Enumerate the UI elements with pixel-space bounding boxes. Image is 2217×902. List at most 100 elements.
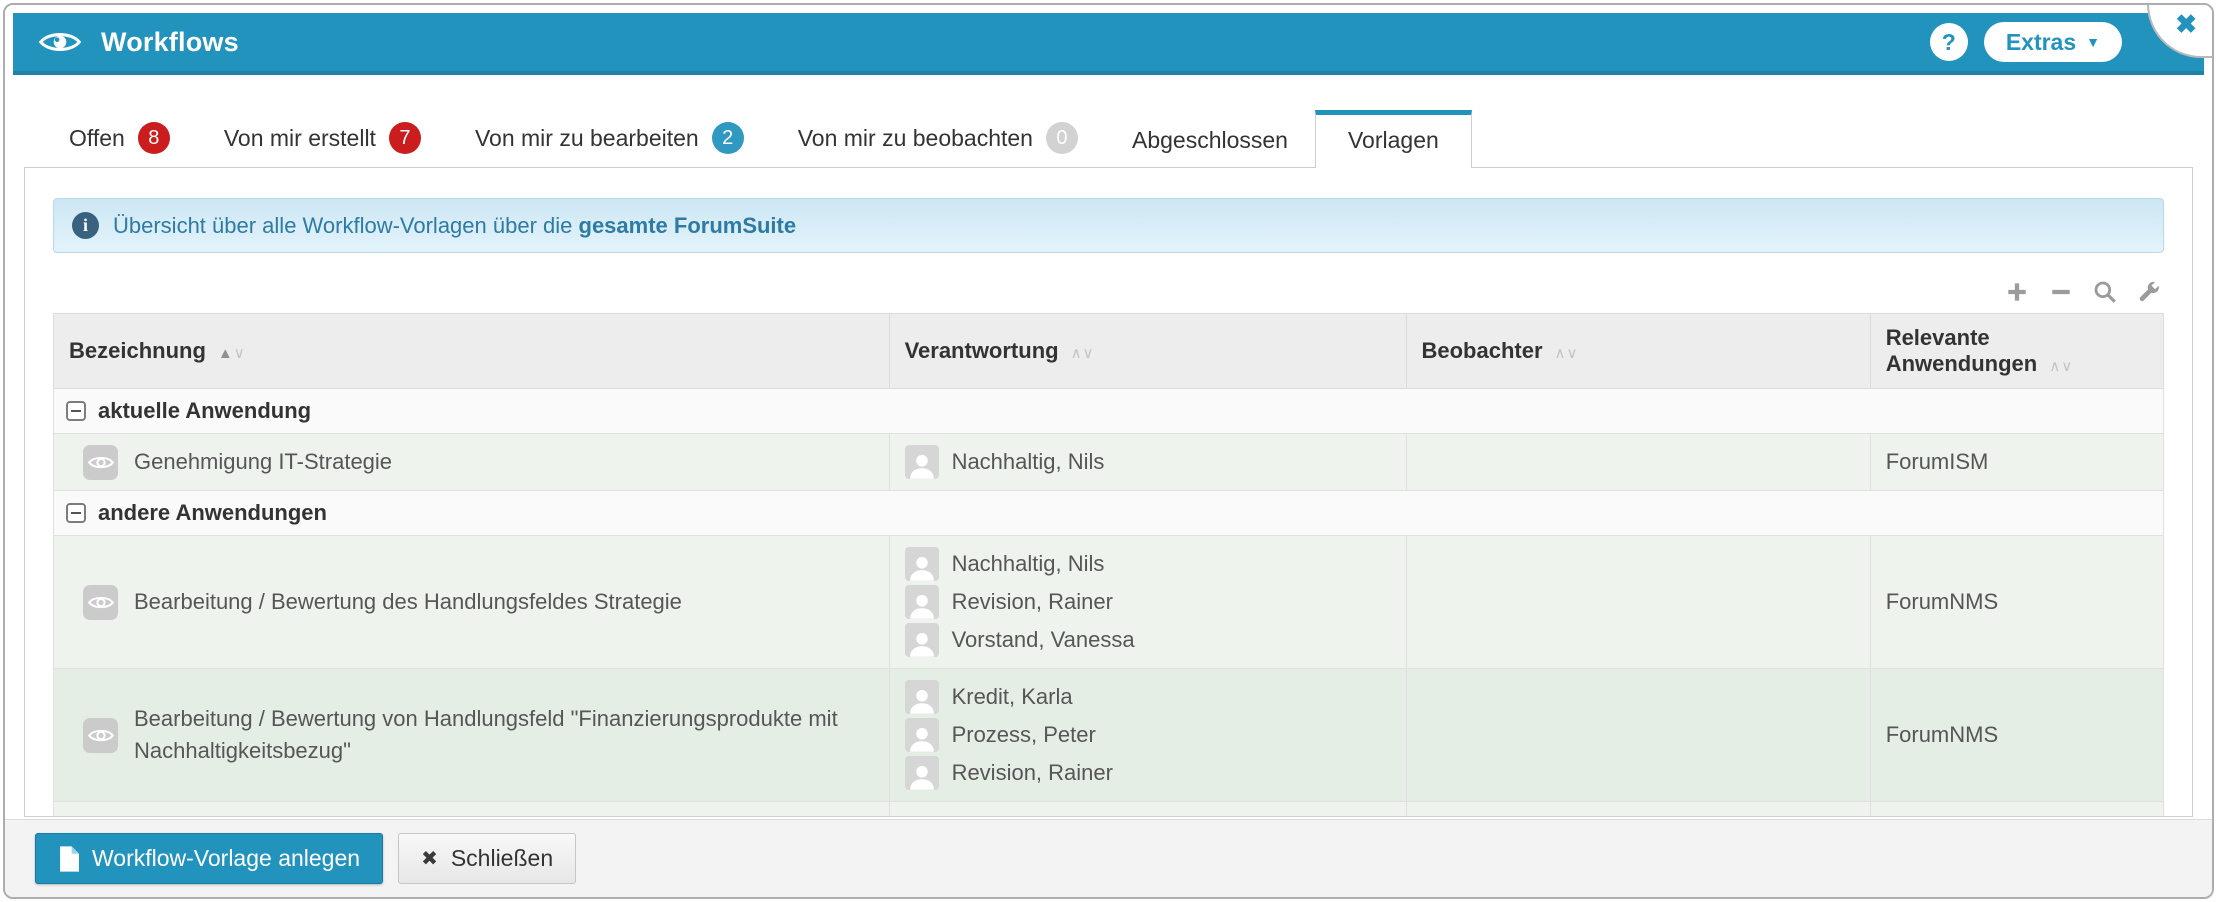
person-entry: Nachhaltig, Nils xyxy=(904,444,1391,480)
tab-von-mir-zu-bearbeiten[interactable]: Von mir zu bearbeiten 2 xyxy=(448,109,771,167)
close-button-label: Schließen xyxy=(450,845,554,871)
person-entry: Revision, Rainer xyxy=(904,584,1391,620)
workflow-title-wrap: Bearbeitung / Bewertung des Handlungsfel… xyxy=(69,584,874,620)
person-icon xyxy=(904,718,939,752)
tab-vorlagen[interactable]: Vorlagen xyxy=(1314,110,1472,168)
person-entry: Nachhaltig, Nils xyxy=(904,546,1391,582)
help-button[interactable]: ? xyxy=(1929,23,1968,61)
person-icon xyxy=(904,680,939,714)
title-bar: Workflows ? Extras ▼ xyxy=(13,13,2204,75)
person-name: Vorstand, Vanessa xyxy=(951,627,1135,652)
cell-relevante-anwendungen: ForumISM xyxy=(1869,433,2165,491)
person-icon xyxy=(904,445,939,479)
workflow-title: Einsicht in die aktuelle Version des Pos… xyxy=(134,810,874,816)
workflow-title-wrap: Einsicht in die aktuelle Version des Pos… xyxy=(69,810,874,816)
collapse-icon[interactable] xyxy=(66,503,86,523)
cell-beobachter xyxy=(1405,801,1871,816)
workflow-eye-icon[interactable] xyxy=(83,717,118,753)
person-name: Revision, Rainer xyxy=(951,589,1113,614)
create-workflow-template-button[interactable]: Workflow-Vorlage anlegen xyxy=(35,833,384,884)
person-name: Prozess, Peter xyxy=(951,722,1096,747)
table-row[interactable]: Einsicht in die aktuelle Version des Pos… xyxy=(53,801,2165,816)
extras-label: Extras xyxy=(2005,28,2077,55)
create-workflow-template-label: Workflow-Vorlage anlegen xyxy=(92,845,361,871)
workflow-eye-icon[interactable] xyxy=(83,444,118,480)
group-row[interactable]: andere Anwendungen xyxy=(53,490,2164,536)
group-label: andere Anwendungen xyxy=(98,500,327,525)
table-row[interactable]: Bearbeitung / Bewertung von Handlungsfel… xyxy=(53,668,2165,802)
sort-arrows-icon: ∧∨ xyxy=(1070,345,1095,362)
title-bar-actions: ? Extras ▼ xyxy=(1929,22,2178,62)
column-header-bezeichnung[interactable]: Bezeichnung ▲∨ xyxy=(53,313,890,389)
group-cell: aktuelle Anwendung xyxy=(53,388,2164,434)
extras-menu-button[interactable]: Extras ▼ xyxy=(1983,22,2122,62)
workflow-title-wrap: Bearbeitung / Bewertung von Handlungsfel… xyxy=(69,703,874,767)
info-banner: i Übersicht über alle Workflow-Vorlagen … xyxy=(53,198,2164,253)
person-icon xyxy=(904,585,939,619)
settings-wrench-icon[interactable] xyxy=(2136,279,2162,305)
person-icon xyxy=(904,623,939,657)
tab-count-badge: 7 xyxy=(388,122,421,154)
tab-von-mir-zu-beobachten[interactable]: Von mir zu beobachten 0 xyxy=(771,109,1105,167)
application-label: ForumNMS xyxy=(1885,722,1999,747)
workflow-eye-icon[interactable] xyxy=(83,584,118,620)
person-icon xyxy=(904,756,939,790)
tab-label: Offen xyxy=(69,124,125,151)
chevron-down-icon: ▼ xyxy=(2086,34,2100,50)
cell-bezeichnung: Bearbeitung / Bewertung des Handlungsfel… xyxy=(53,535,890,669)
workflows-dialog: Workflows ? Extras ▼ ✖ Offen 8 Von mir ers… xyxy=(3,3,2214,899)
cell-verantwortung: Kredit, Karla Prozess, Peter Revision, Rai… xyxy=(888,668,1407,802)
close-x-icon: ✖ xyxy=(421,848,438,870)
tab-bar: Offen 8 Von mir erstellt 7 Von mir zu bearbe… xyxy=(24,109,2193,168)
cell-beobachter xyxy=(1405,433,1871,491)
workflow-title: Bearbeitung / Bewertung von Handlungsfel… xyxy=(134,706,838,763)
person-name: Kredit, Karla xyxy=(951,684,1073,709)
collapse-icon[interactable] xyxy=(66,401,86,421)
table-row[interactable]: Bearbeitung / Bewertung des Handlungsfel… xyxy=(53,535,2165,669)
workflow-title: Genehmigung IT-Strategie xyxy=(134,449,393,475)
search-icon[interactable] xyxy=(2092,279,2118,305)
cell-relevante-anwendungen: ForumNMS xyxy=(1869,668,2165,802)
tab-label: Abgeschlossen xyxy=(1131,127,1288,153)
info-icon: i xyxy=(72,212,99,239)
close-button[interactable]: ✖ Schließen xyxy=(398,833,577,884)
cell-bezeichnung: Genehmigung IT-Strategie xyxy=(53,433,890,491)
add-icon[interactable] xyxy=(2004,279,2030,305)
tab-label: Vorlagen xyxy=(1347,127,1439,153)
person-icon xyxy=(904,547,939,581)
cell-verantwortung: Nachhaltig, Nils Revision, Rainer Vorstand… xyxy=(888,535,1407,669)
column-header-label: Beobachter xyxy=(1421,338,1543,363)
grid-toolbar xyxy=(53,279,2162,305)
group-cell: andere Anwendungen xyxy=(53,490,2164,536)
column-header-verantwortung[interactable]: Verantwortung ∧∨ xyxy=(888,313,1407,389)
column-header-relevante-anwendungen[interactable]: Relevante Anwendungen ∧∨ xyxy=(1869,313,2165,389)
column-header-beobachter[interactable]: Beobachter ∧∨ xyxy=(1405,313,1871,389)
cell-bezeichnung: Einsicht in die aktuelle Version des Pos… xyxy=(53,801,890,816)
remove-icon[interactable] xyxy=(2048,279,2074,305)
tab-label: Von mir zu beobachten xyxy=(797,124,1033,151)
table-header-row: Bezeichnung ▲∨ Verantwortung ∧∨ Beobachter ∧∨… xyxy=(53,313,2165,389)
tab-abgeschlossen[interactable]: Abgeschlossen xyxy=(1105,114,1315,167)
group-row[interactable]: aktuelle Anwendung xyxy=(53,388,2164,434)
person-entry: Vorstand, Vanessa xyxy=(904,622,1391,658)
page-title: Workflows xyxy=(101,26,239,57)
sort-arrows-icon: ∧∨ xyxy=(1554,345,1579,362)
eye-icon xyxy=(39,29,81,55)
tab-offen[interactable]: Offen 8 xyxy=(42,109,197,167)
tab-count-badge: 2 xyxy=(711,122,744,154)
tab-content-panel: i Übersicht über alle Workflow-Vorlagen … xyxy=(24,167,2193,817)
tab-von-mir-erstellt[interactable]: Von mir erstellt 7 xyxy=(197,109,448,167)
close-icon[interactable]: ✖ xyxy=(2175,9,2197,40)
info-banner-text: Übersicht über alle Workflow-Vorlagen üb… xyxy=(113,212,797,238)
workflow-title: Bearbeitung / Bewertung des Handlungsfel… xyxy=(134,589,682,615)
cell-beobachter xyxy=(1405,668,1871,802)
table-row[interactable]: Genehmigung IT-Strategie Nachhaltig, Nils… xyxy=(53,433,2165,491)
cell-verantwortung: Nachhaltig, Nils xyxy=(888,433,1407,491)
person-entry: Revision, Rainer xyxy=(904,755,1391,791)
column-header-label: Bezeichnung xyxy=(69,338,206,363)
workflow-templates-table: Bezeichnung ▲∨ Verantwortung ∧∨ Beobachter ∧∨… xyxy=(53,313,2165,816)
tab-label: Von mir zu bearbeiten xyxy=(474,124,699,151)
column-header-label: Verantwortung xyxy=(904,338,1059,363)
person-entry: Kredit, Karla xyxy=(904,679,1391,715)
footer-bar: Workflow-Vorlage anlegen ✖ Schließen xyxy=(5,819,2212,897)
